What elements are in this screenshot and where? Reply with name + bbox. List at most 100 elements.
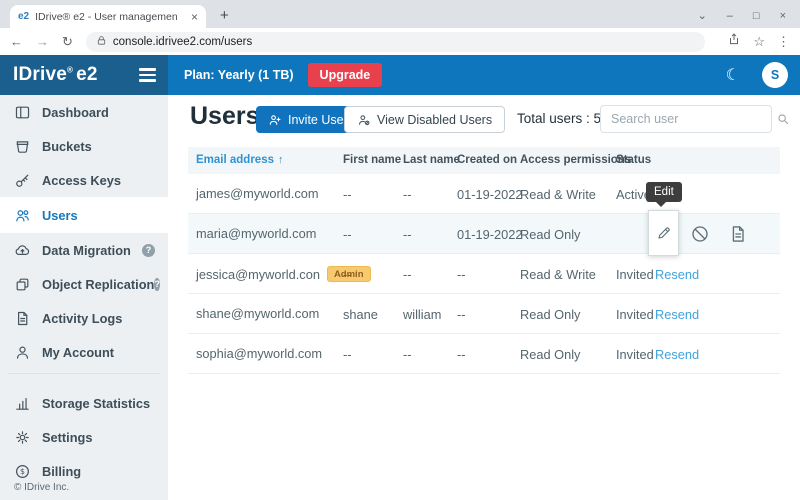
user-first-name: -- [343, 347, 352, 362]
user-first-name: -- [343, 267, 352, 282]
resend-invite-link[interactable]: Resend [655, 267, 699, 282]
sidebar-item-access-keys[interactable]: Access Keys [0, 163, 168, 197]
user-created-on: 01-19-2022 [457, 187, 522, 202]
sidebar-divider [8, 373, 160, 374]
ban-icon [690, 224, 710, 244]
window-maximize-icon[interactable]: □ [753, 11, 760, 22]
user-created-on: 01-19-2022 [457, 227, 522, 242]
table-row[interactable]: jessica@myworld.conAdmin -- -- -- Read &… [188, 254, 780, 294]
column-access-permissions[interactable]: Access permissions [520, 154, 631, 166]
sidebar-item-dashboard[interactable]: Dashboard [0, 95, 168, 129]
sidebar-item-users[interactable]: Users [0, 197, 168, 233]
sidebar-item-my-account[interactable]: My Account [0, 335, 168, 369]
search-input[interactable] [601, 112, 776, 126]
table-header: Email address↑ First name Last name Crea… [188, 147, 780, 174]
edit-user-button[interactable] [648, 210, 679, 256]
activity-logs-icon [14, 310, 31, 327]
hamburger-menu-icon[interactable] [139, 65, 156, 84]
user-email: james@myworld.com [196, 186, 319, 201]
share-icon[interactable] [715, 32, 741, 51]
tab-close-icon[interactable]: × [191, 10, 198, 24]
column-created-on[interactable]: Created on [457, 154, 517, 166]
browser-addressbar: ← → ↻ console.idrivee2.com/users ☆ ⋮ [0, 28, 800, 55]
main-content: Users Invite User View Disabled Users To… [168, 95, 800, 500]
table-row[interactable]: sophia@myworld.com -- -- -- Read Only In… [188, 334, 780, 374]
user-created-on: -- [457, 307, 466, 322]
bookmark-star-icon[interactable]: ☆ [753, 34, 765, 50]
app-header: IDrive®e2 Plan: Yearly (1 TB) Upgrade ☾ … [0, 55, 800, 95]
disable-user-button[interactable] [690, 224, 710, 249]
window-more-icon[interactable]: ⌄ [698, 11, 707, 22]
browser-tab[interactable]: e2 IDrive® e2 - User management × [10, 5, 206, 28]
window-minimize-icon[interactable]: – [727, 11, 733, 22]
upgrade-button[interactable]: Upgrade [308, 63, 383, 87]
forward-icon[interactable]: → [36, 34, 49, 49]
user-logs-button[interactable] [728, 224, 748, 249]
page-title: Users [190, 102, 260, 131]
billing-dollar-icon: $ [14, 463, 31, 480]
user-first-name: -- [343, 227, 352, 242]
user-access: Read Only [520, 347, 580, 362]
user-status: Invited [616, 267, 654, 282]
user-last-name: -- [403, 227, 412, 242]
header-bar: Plan: Yearly (1 TB) Upgrade ☾ S [168, 55, 800, 95]
sort-ascending-icon: ↑ [278, 154, 284, 166]
favicon-icon: e2 [18, 11, 29, 22]
replication-copy-icon [14, 276, 31, 293]
back-icon[interactable]: ← [10, 34, 23, 49]
user-created-on: -- [457, 267, 466, 282]
lock-icon [96, 33, 107, 51]
view-disabled-users-button[interactable]: View Disabled Users [344, 106, 505, 133]
users-icon [14, 207, 31, 224]
user-last-name: -- [403, 187, 412, 202]
dark-mode-moon-icon[interactable]: ☾ [726, 65, 740, 85]
table-row[interactable]: shane@myworld.com shane william -- Read … [188, 294, 780, 334]
copyright-footer: © IDrive Inc. [14, 482, 69, 493]
sidebar-item-buckets[interactable]: Buckets [0, 129, 168, 163]
person-add-icon [268, 113, 282, 127]
browser-menu-icon[interactable]: ⋮ [777, 34, 790, 50]
table-row-hovered[interactable]: maria@myworld.com -- -- 01-19-2022 Read … [188, 214, 780, 254]
window-close-icon[interactable]: × [780, 11, 786, 22]
document-log-icon [728, 224, 748, 244]
search-box [600, 105, 772, 133]
user-access: Read Only [520, 227, 580, 242]
user-email: shane@myworld.com [196, 306, 319, 321]
key-icon [14, 172, 31, 189]
user-email: maria@myworld.com [196, 226, 316, 241]
search-icon[interactable] [776, 112, 790, 126]
window-controls: ⌄ – □ × [698, 11, 800, 22]
sidebar-item-activity-logs[interactable]: Activity Logs [0, 301, 168, 335]
column-email-address[interactable]: Email address↑ [196, 154, 283, 166]
account-person-icon [14, 344, 31, 361]
resend-invite-link[interactable]: Resend [655, 307, 699, 322]
user-access: Read & Write [520, 267, 596, 282]
screen: e2 IDrive® e2 - User management × + ⌄ – … [0, 0, 800, 500]
help-icon[interactable]: ? [154, 278, 160, 291]
user-status: Invited [616, 347, 654, 362]
user-created-on: -- [457, 347, 466, 362]
idrive-e2-logo: IDrive®e2 [13, 64, 98, 86]
edit-tooltip: Edit [646, 182, 682, 202]
user-last-name: -- [403, 267, 412, 282]
column-last-name[interactable]: Last name [403, 154, 460, 166]
url-bar[interactable]: console.idrivee2.com/users [86, 32, 705, 52]
user-avatar[interactable]: S [762, 62, 788, 88]
table-row[interactable]: james@myworld.com -- -- 01-19-2022 Read … [188, 174, 780, 214]
column-status[interactable]: Status [616, 154, 651, 166]
sidebar-item-object-replication[interactable]: Object Replication ? [0, 267, 168, 301]
sidebar-item-data-migration[interactable]: Data Migration ? [0, 233, 168, 267]
resend-invite-link[interactable]: Resend [655, 347, 699, 362]
browser-titlebar: e2 IDrive® e2 - User management × + ⌄ – … [0, 0, 800, 28]
sidebar-item-settings[interactable]: Settings [0, 420, 168, 454]
reload-icon[interactable]: ↻ [62, 34, 73, 50]
help-icon[interactable]: ? [142, 244, 155, 257]
bucket-icon [14, 138, 31, 155]
column-first-name[interactable]: First name [343, 154, 401, 166]
person-disabled-icon [357, 113, 371, 127]
svg-text:$: $ [20, 467, 25, 476]
sidebar-item-storage-statistics[interactable]: Storage Statistics [0, 386, 168, 420]
new-tab-button[interactable]: + [220, 7, 229, 24]
users-table: Email address↑ First name Last name Crea… [188, 147, 780, 374]
total-users-count: Total users : 5 [517, 111, 601, 126]
